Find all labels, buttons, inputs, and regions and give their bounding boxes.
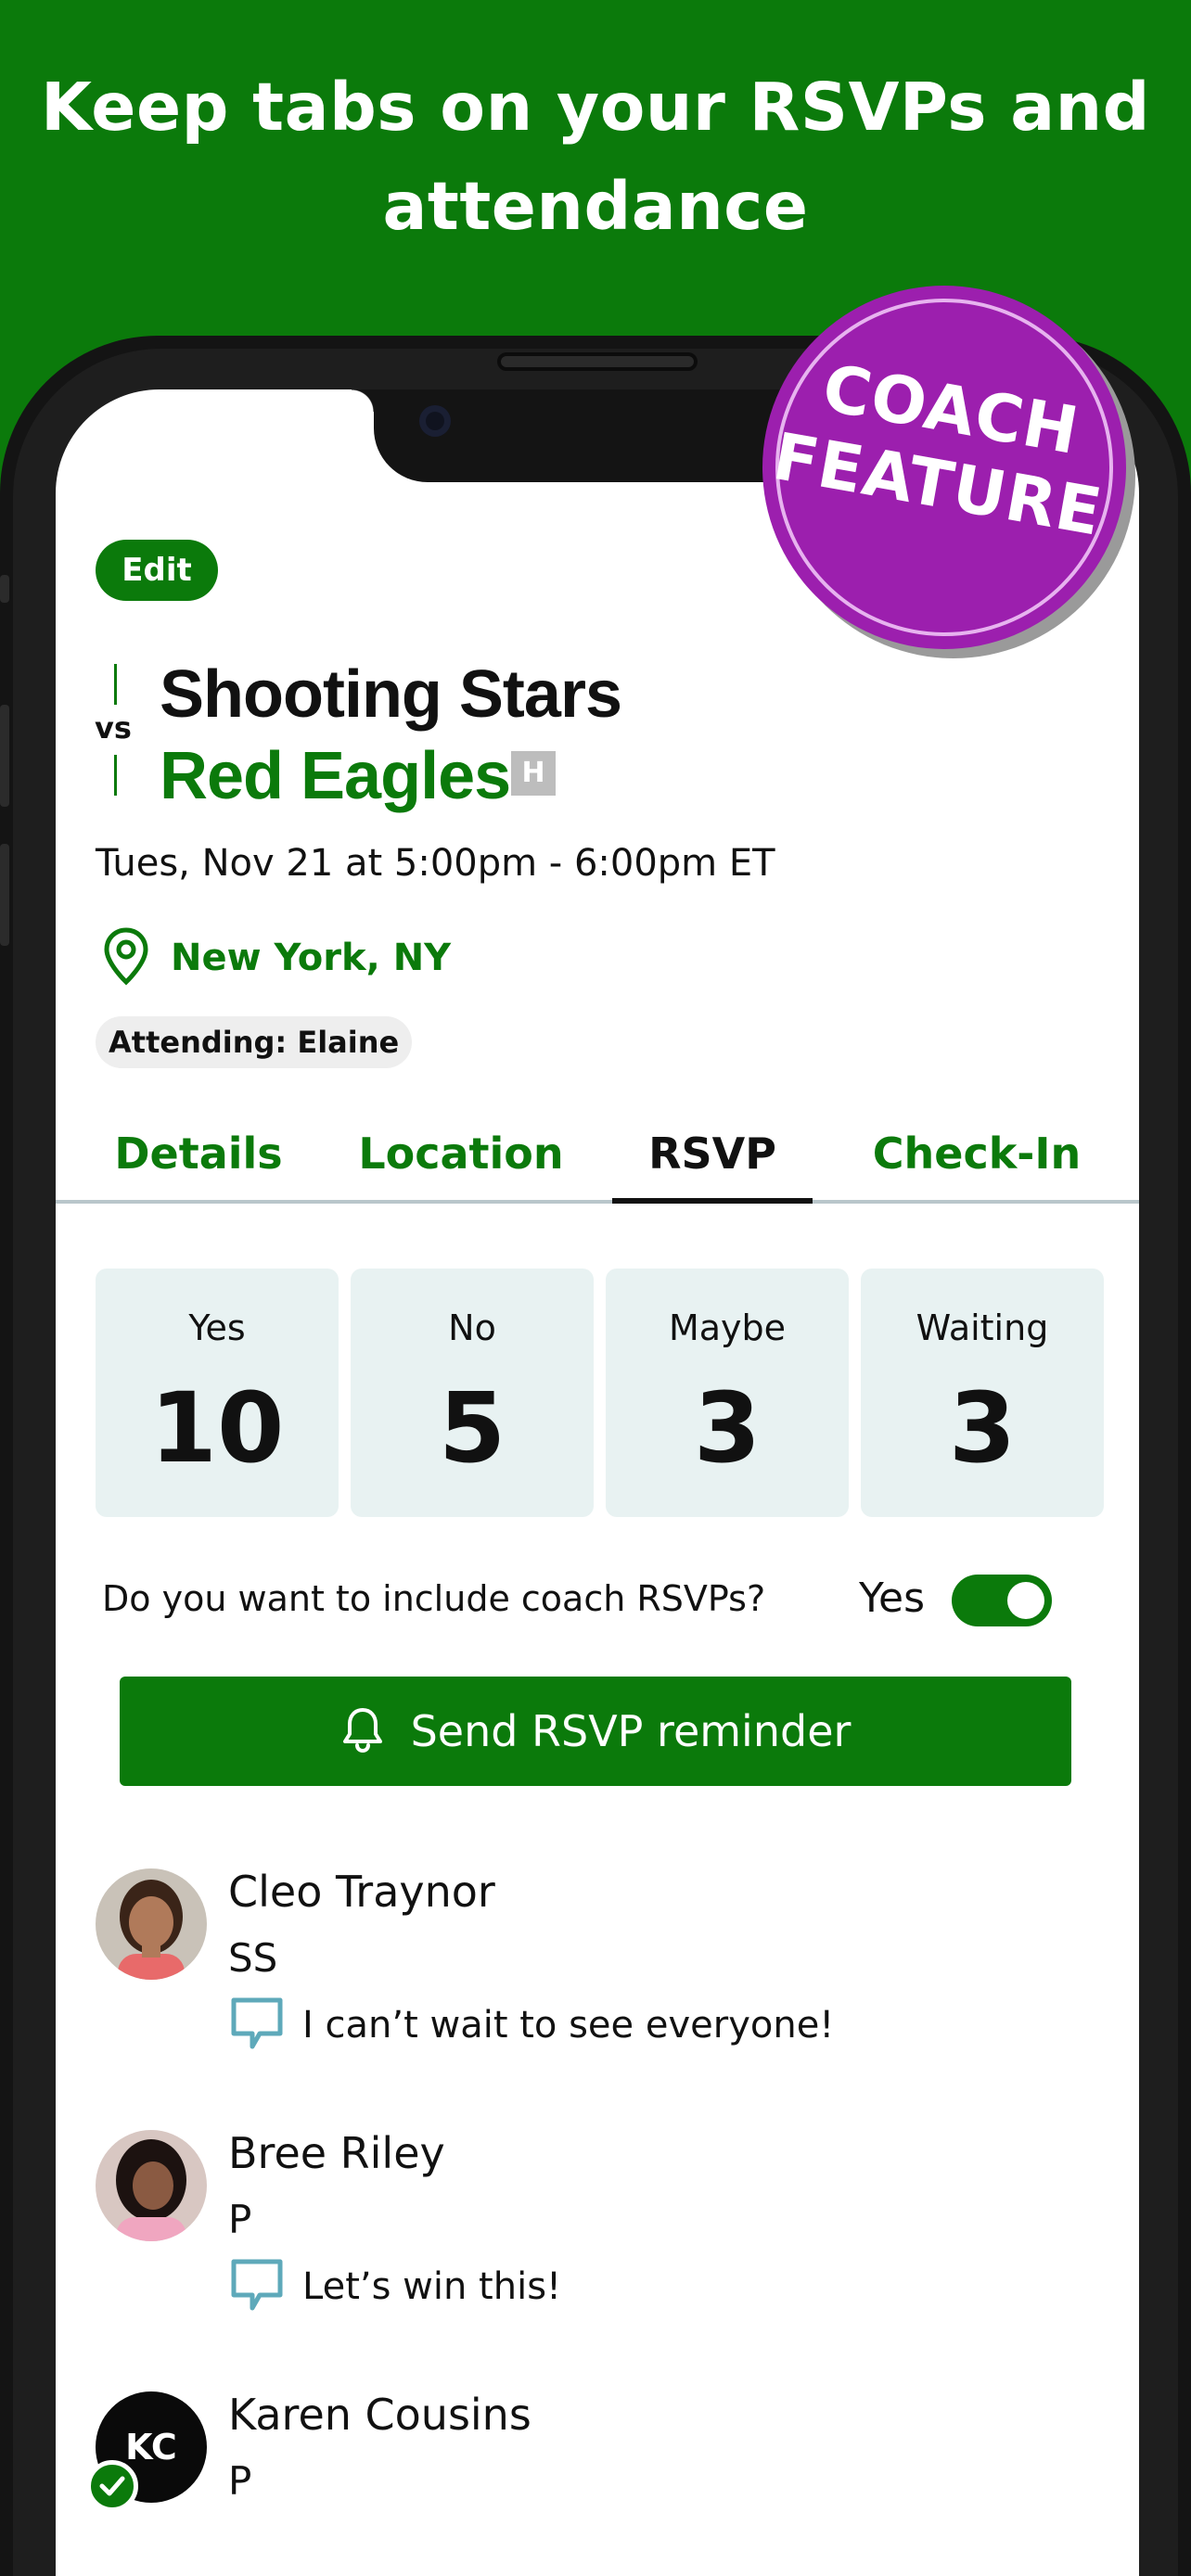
member-position: P — [228, 2197, 252, 2242]
vs-divider-bottom — [114, 755, 117, 796]
comment-icon — [228, 1995, 286, 2056]
camera-icon — [419, 405, 451, 437]
bell-icon — [340, 1705, 385, 1757]
member-position: SS — [228, 1935, 278, 1981]
member-name: Cleo Traynor — [228, 1867, 495, 1917]
phone-speaker — [497, 352, 698, 371]
send-rsvp-reminder-label: Send RSVP reminder — [410, 1706, 852, 1756]
rsvp-stat-no[interactable]: No 5 — [351, 1269, 594, 1517]
member-position: P — [228, 2458, 252, 2504]
attending-chip: Attending: Elaine — [96, 1016, 413, 1068]
rsvp-stat-label: Yes — [188, 1307, 246, 1348]
location-pin-icon — [102, 926, 150, 989]
event-tabs: Details Location RSVP Check-In — [56, 1118, 1139, 1204]
rsvp-stat-waiting[interactable]: Waiting 3 — [861, 1269, 1104, 1517]
phone-volume-up — [0, 705, 9, 807]
tab-active-indicator — [612, 1198, 813, 1204]
member-note: Let’s win this! — [228, 2256, 561, 2317]
away-team-name: Red Eagles — [160, 739, 511, 813]
vs-divider-top — [114, 664, 117, 705]
list-item[interactable]: Cleo Traynor SS I can’t wait to see ever… — [96, 1867, 1116, 2091]
edit-button[interactable]: Edit — [96, 540, 218, 601]
tab-rsvp[interactable]: RSVP — [612, 1118, 813, 1204]
event-location: New York, NY — [171, 937, 452, 979]
event-location-link[interactable]: New York, NY — [102, 925, 451, 990]
tab-check-in[interactable]: Check-In — [837, 1118, 1117, 1204]
coach-rsvp-question: Do you want to include coach RSVPs? — [102, 1578, 766, 1619]
member-note-text: Let’s win this! — [302, 2265, 562, 2308]
comment-icon — [228, 2256, 286, 2317]
rsvp-stat-label: Waiting — [916, 1307, 1049, 1348]
rsvp-stat-label: No — [448, 1307, 496, 1348]
rsvp-stat-label: Maybe — [668, 1307, 787, 1348]
checked-in-icon — [86, 2460, 138, 2512]
rsvp-stat-value: 3 — [948, 1371, 1017, 1485]
promo-headline-line1: Keep tabs on your RSVPs and — [41, 69, 1150, 146]
rsvp-stat-value: 10 — [149, 1371, 285, 1485]
avatar — [96, 2130, 207, 2241]
member-name: Karen Cousins — [228, 2390, 531, 2440]
rsvp-stat-value: 5 — [438, 1371, 506, 1485]
phone-volume-down — [0, 844, 9, 946]
event-datetime: Tues, Nov 21 at 5:00pm - 6:00pm ET — [96, 842, 775, 885]
vs-label: vs — [95, 710, 132, 746]
member-note: I can’t wait to see everyone! — [228, 1995, 834, 2056]
rsvp-stat-yes[interactable]: Yes 10 — [96, 1269, 339, 1517]
list-item[interactable]: Bree Riley P Let’s win this! — [96, 2128, 1116, 2353]
member-note-text: I can’t wait to see everyone! — [302, 2004, 835, 2047]
home-team-name: Shooting Stars — [160, 657, 622, 732]
promo-headline-line2: attendance — [382, 168, 809, 245]
coach-feature-badge: COACH FEATURE — [762, 286, 1126, 649]
avatar — [96, 1868, 207, 1980]
tab-details[interactable]: Details — [89, 1118, 308, 1204]
member-name: Bree Riley — [228, 2128, 445, 2178]
toggle-knob — [1007, 1582, 1044, 1619]
phone-side-button — [0, 575, 9, 603]
tab-location[interactable]: Location — [334, 1118, 588, 1204]
rsvp-stat-maybe[interactable]: Maybe 3 — [606, 1269, 849, 1517]
list-item[interactable]: KC Karen Cousins P — [86, 2390, 1116, 2576]
send-rsvp-reminder-button[interactable]: Send RSVP reminder — [120, 1677, 1071, 1786]
coach-rsvp-toggle[interactable] — [952, 1575, 1052, 1626]
coach-rsvp-toggle-label: Yes — [859, 1575, 926, 1622]
promo-headline: Keep tabs on your RSVPs and attendance — [0, 57, 1191, 256]
app-screen: Edit vs Shooting Stars Red Eagles H Tues… — [56, 389, 1139, 2576]
rsvp-stat-value: 3 — [693, 1371, 762, 1485]
home-away-tag: H — [511, 751, 556, 796]
